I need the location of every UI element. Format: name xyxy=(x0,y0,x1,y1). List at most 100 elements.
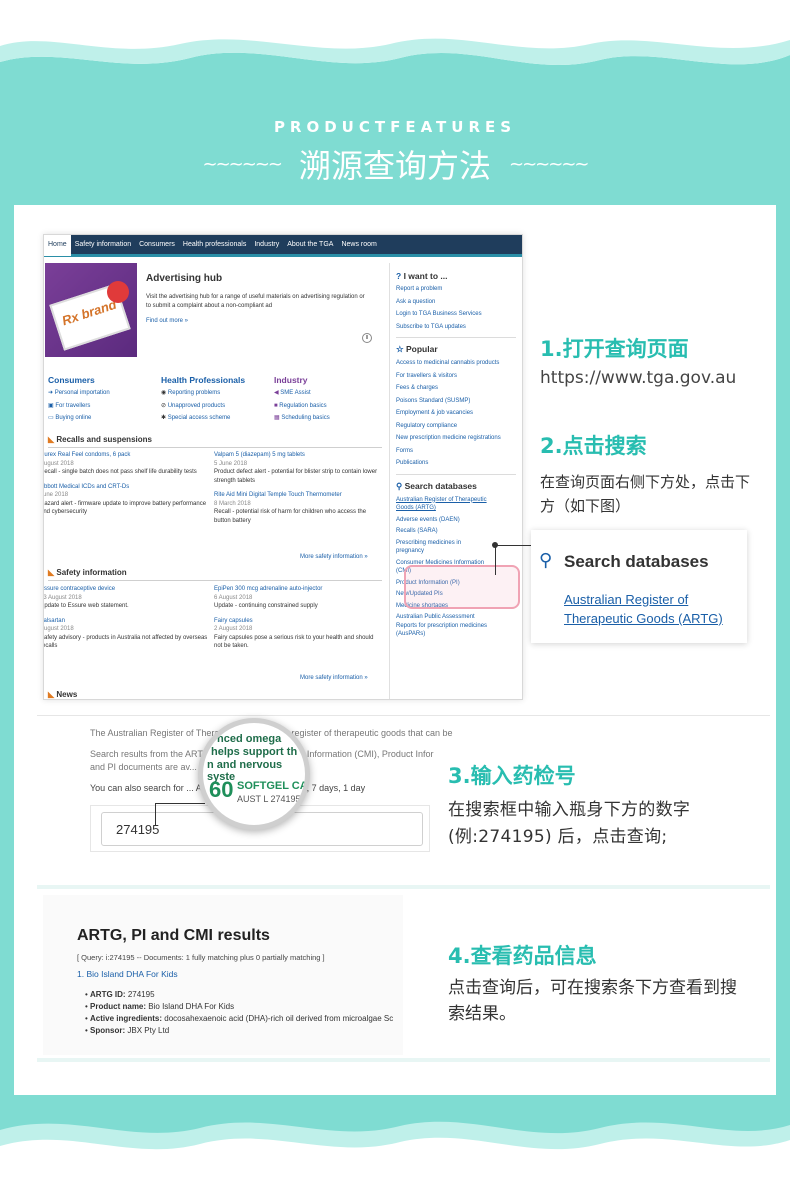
popular-link[interactable]: Poisons Standard (SUSMP) xyxy=(396,397,516,406)
recall-date: August 2018 xyxy=(43,460,74,467)
result-title: ARTG, PI and CMI results xyxy=(77,927,270,944)
nav-home[interactable]: Home xyxy=(44,235,71,256)
safety-date: 13 August 2018 xyxy=(43,594,82,601)
advertising-hero-image: Rx brand xyxy=(45,263,137,357)
header-deco-right: ~~~~~~ xyxy=(509,153,589,175)
nav-safety[interactable]: Safety information xyxy=(71,235,135,256)
safety-link[interactable]: EpiPen 300 mcg adrenaline auto-injector xyxy=(214,585,382,594)
link-unapproved-products[interactable]: Unapproved products xyxy=(168,403,225,409)
popular-link[interactable]: For travellers & visitors xyxy=(396,372,516,381)
connector-line xyxy=(155,803,205,804)
divider xyxy=(37,1058,770,1062)
industry-title: Industry xyxy=(274,375,308,385)
safety-date: 6 August 2018 xyxy=(214,594,253,601)
popular-link[interactable]: Regulatory compliance xyxy=(396,422,516,431)
recall-desc: Hazard alert - firmware update to improv… xyxy=(43,500,207,516)
link-login-business[interactable]: Login to TGA Business Services xyxy=(396,310,516,319)
nav-consumers[interactable]: Consumers xyxy=(135,235,179,256)
result-query: [ Query: i:274195 -- Documents: 1 fully … xyxy=(77,953,325,962)
connector-line xyxy=(495,545,496,575)
result-details: • ARTG ID: 274195 • Product name: Bio Is… xyxy=(85,989,393,1037)
nav-about[interactable]: About the TGA xyxy=(283,235,337,256)
recall-link[interactable]: Abbott Medical ICDs and CRT-Ds xyxy=(44,483,208,492)
zoom-card-artg-link[interactable]: Australian Register of Therapeutic Goods… xyxy=(564,590,739,628)
link-ask-question[interactable]: Ask a question xyxy=(396,298,516,307)
step4-title: 4.查看药品信息 xyxy=(448,944,597,968)
chat-icon: ◉ xyxy=(161,390,168,396)
nav-industry[interactable]: Industry xyxy=(250,235,283,256)
popular-link[interactable]: Publications xyxy=(396,459,516,468)
link-special-access[interactable]: Special access scheme xyxy=(168,415,231,421)
pause-icon[interactable]: II xyxy=(362,333,372,343)
safety-title: ◣ Safety information xyxy=(48,568,127,577)
header-deco-left: ~~~~~~ xyxy=(202,153,282,175)
tga-website-screenshot: Home Safety information Consumers Health… xyxy=(43,234,523,700)
mag-count: 60 xyxy=(209,777,234,802)
safety-desc: Update to Essure web statement. xyxy=(43,603,129,609)
link-buying-online[interactable]: Buying online xyxy=(55,415,91,421)
safety-link[interactable]: Essure contraceptive device xyxy=(44,585,208,594)
safety-link[interactable]: Valsartan xyxy=(44,617,208,626)
question-icon: ? xyxy=(396,271,404,281)
link-artg[interactable]: Australian Register of Therapeutic Goods… xyxy=(396,496,491,513)
safety-date: August 2018 xyxy=(43,626,74,632)
safety-left: Essure contraceptive device 13 August 20… xyxy=(43,585,208,651)
popular-link[interactable]: New prescription medicine registrations xyxy=(396,434,516,443)
recall-link[interactable]: Rite Aid Mini Digital Temple Touch Therm… xyxy=(214,491,382,500)
result-link[interactable]: 1. Bio Island DHA For Kids xyxy=(77,969,178,979)
header-title-row: ~~~~~~ 溯源查询方法 ~~~~~~ xyxy=(0,142,790,186)
recall-date: June 2018 xyxy=(43,492,69,498)
magnifier-lens: nced omega helps support th n and nervou… xyxy=(198,718,310,830)
popular-link[interactable]: Access to medicinal cannabis products xyxy=(396,359,516,368)
step3-text: 在搜索框中输入瓶身下方的数字(例:274195) 后，点击查询; xyxy=(448,800,691,847)
hero-text: Visit the advertising hub for a range of… xyxy=(146,294,365,309)
search-db-title: Search databases xyxy=(404,480,477,491)
popular-link[interactable]: Employment & job vacancies xyxy=(396,409,516,418)
step3-title: 3.输入药检号 xyxy=(448,764,576,788)
recall-link[interactable]: Durex Real Feel condoms, 6 pack xyxy=(44,451,208,460)
search-input-value: 274195 xyxy=(116,822,160,837)
connector-line xyxy=(155,803,156,825)
db-link[interactable]: Prescribing medicines in pregnancy xyxy=(396,539,486,556)
step1-url: https://www.tga.gov.au xyxy=(540,368,737,388)
divider xyxy=(37,715,770,716)
artg-highlight-box xyxy=(404,565,520,609)
result-screenshot: ARTG, PI and CMI results [ Query: i:2741… xyxy=(43,895,403,1055)
link-for-travellers[interactable]: For travellers xyxy=(55,403,90,409)
recalls-more-link[interactable]: More safety information » xyxy=(300,553,368,562)
column-divider xyxy=(389,263,390,699)
result-row: • Active ingredients: docosahexaenoic ac… xyxy=(85,1014,394,1023)
link-sme-assist[interactable]: SME Assist xyxy=(280,390,310,396)
recall-link[interactable]: Valpam 5 (diazepam) 5 mg tablets xyxy=(214,451,382,460)
health-title: Health Professionals xyxy=(161,375,246,385)
safety-link[interactable]: Fairy capsules xyxy=(214,617,382,626)
safety-more-link[interactable]: More safety information » xyxy=(300,674,368,683)
nav-news[interactable]: News room xyxy=(337,235,380,256)
safety-desc: Update - continuing constrained supply xyxy=(214,603,318,609)
db-link[interactable]: Australian Public Assessment Reports for… xyxy=(396,613,496,639)
recall-date: 5 June 2018 xyxy=(214,460,248,467)
nav-health[interactable]: Health professionals xyxy=(179,235,250,256)
link-personal-importation[interactable]: Personal importation xyxy=(55,390,110,396)
hero-link[interactable]: Find out more » xyxy=(146,317,188,326)
result-row: • ARTG ID: 274195 xyxy=(85,990,155,999)
db-link[interactable]: Adverse events (DAEN) xyxy=(396,516,516,525)
popular-link[interactable]: Fees & charges xyxy=(396,384,516,393)
arrow-icon: ➜ xyxy=(48,390,55,396)
result-row: • Sponsor: JBX Pty Ltd xyxy=(85,1026,170,1035)
link-reporting-problems[interactable]: Reporting problems xyxy=(168,390,220,396)
popular-link[interactable]: Forms xyxy=(396,447,516,456)
divider xyxy=(48,580,382,581)
industry-block: Industry ◀ SME Assist ■ Regulation basic… xyxy=(274,375,384,423)
header-kicker: PRODUCTFEATURES xyxy=(273,118,517,136)
link-regulation-basics[interactable]: Regulation basics xyxy=(279,403,326,409)
link-subscribe[interactable]: Subscribe to TGA updates xyxy=(396,323,516,332)
search-icon: ⚲ xyxy=(539,550,553,571)
recall-desc: Recall - potential risk of harm for chil… xyxy=(214,509,367,524)
want-title: I want to ... xyxy=(403,271,448,281)
link-report-problem[interactable]: Report a problem xyxy=(396,285,516,294)
db-link[interactable]: Recalls (SARA) xyxy=(396,527,516,536)
link-scheduling-basics[interactable]: Scheduling basics xyxy=(281,415,329,421)
mag-text: helps support th xyxy=(211,746,298,758)
bottom-wave-decoration xyxy=(0,1121,790,1193)
